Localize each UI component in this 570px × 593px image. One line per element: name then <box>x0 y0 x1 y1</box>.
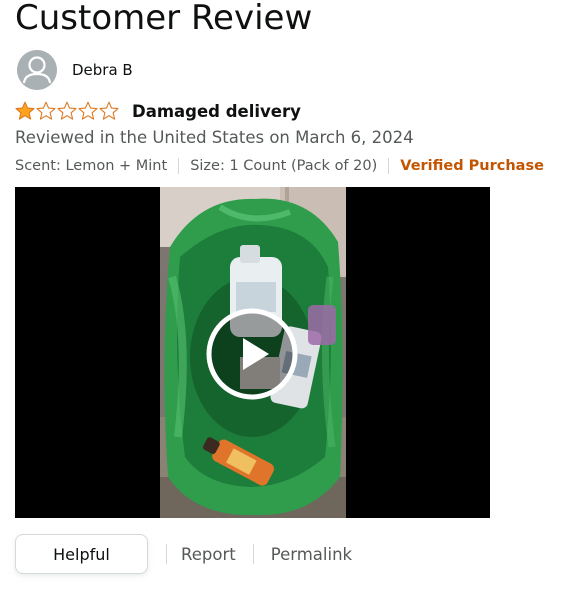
permalink-link[interactable]: Permalink <box>271 545 352 564</box>
review-actions: Helpful Report Permalink <box>15 534 352 574</box>
reviewer-name[interactable]: Debra B <box>72 61 133 79</box>
star-empty-icon <box>36 101 56 120</box>
review-date: Reviewed in the United States on March 6… <box>15 128 414 147</box>
star-empty-icon <box>78 101 98 120</box>
divider <box>178 158 180 174</box>
product-format-strip: Scent: Lemon + Mint Size: 1 Count (Pack … <box>15 155 544 177</box>
divider <box>166 544 167 564</box>
review-video-player[interactable] <box>15 187 490 518</box>
star-empty-icon <box>57 101 77 120</box>
user-silhouette-icon <box>17 50 57 90</box>
star-rating[interactable] <box>15 101 120 121</box>
play-icon[interactable] <box>206 308 298 400</box>
divider <box>252 544 254 564</box>
page-title: Customer Review <box>15 0 313 38</box>
star-filled-icon <box>15 101 35 120</box>
size-variant: Size: 1 Count (Pack of 20) <box>190 158 378 174</box>
report-link[interactable]: Report <box>181 545 236 564</box>
reviewer-profile[interactable]: Debra B <box>17 50 133 90</box>
helpful-button[interactable]: Helpful <box>15 534 148 574</box>
scent-variant: Scent: Lemon + Mint <box>15 158 168 174</box>
verified-purchase-badge[interactable]: Verified Purchase <box>400 158 544 174</box>
divider <box>388 158 390 174</box>
review-title: Damaged delivery <box>132 101 301 121</box>
star-empty-icon <box>99 101 119 120</box>
